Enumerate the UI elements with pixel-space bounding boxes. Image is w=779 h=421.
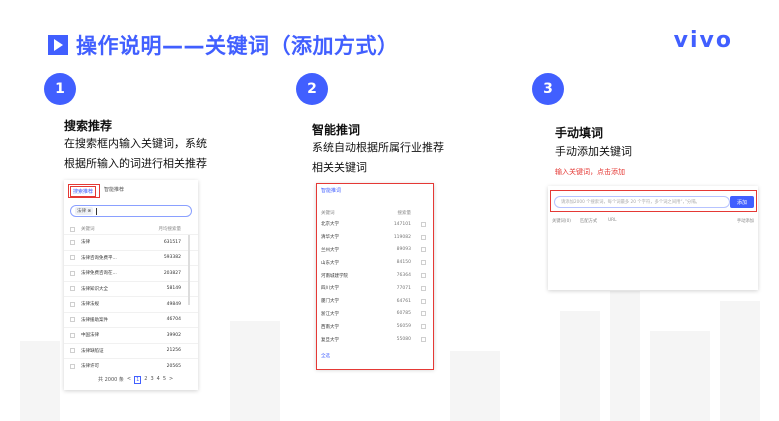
table-row[interactable]: 法律法规 49849 — [64, 296, 198, 312]
step-1-badge: 1 — [44, 73, 76, 105]
header-url: URL — [608, 218, 617, 223]
row-checkbox[interactable] — [70, 270, 75, 276]
row-keyword: 法律 — [81, 240, 90, 246]
row-search-volume: 20565 — [166, 363, 181, 369]
highlight-search-tab — [68, 184, 100, 198]
highlight-input-row — [550, 190, 757, 212]
step-1-title: 搜索推荐 — [64, 119, 113, 133]
row-search-volume: 58149 — [166, 286, 181, 292]
page-title: 操作说明——关键词（添加方式） — [76, 34, 399, 58]
row-keyword: 法律法规 — [81, 302, 99, 308]
keyword-chip[interactable]: 法律 ⊗ — [75, 207, 94, 215]
play-icon — [48, 35, 68, 55]
table-row[interactable]: 法律知识大全 58149 — [64, 280, 198, 297]
row-checkbox[interactable] — [70, 332, 75, 338]
row-checkbox[interactable] — [70, 301, 75, 307]
pager-page-3[interactable]: 3 — [150, 376, 153, 384]
step-2-desc-line2: 相关关键词 — [312, 161, 367, 174]
pager-page-2[interactable]: 2 — [144, 376, 147, 384]
title-row: 操作说明——关键词（添加方式） — [48, 30, 399, 60]
highlight-smart-panel — [316, 183, 434, 370]
row-keyword: 中国法律 — [81, 333, 99, 339]
text-cursor — [96, 207, 98, 215]
table-header: 关键词 月均搜索量 — [64, 224, 198, 234]
row-search-volume: 21256 — [166, 348, 181, 354]
search-recommend-panel: 搜索推荐 智能推荐 法律 ⊗ 关键词 月均搜索量 法律 631517 法律咨询免费平… — [64, 180, 198, 390]
keyword-search-input[interactable]: 法律 ⊗ — [70, 205, 192, 217]
step-3-desc: 手动添加关键词 — [555, 145, 632, 158]
pager-page-1[interactable]: 1 — [134, 376, 142, 384]
scrollbar[interactable] — [188, 235, 190, 305]
pager-page-5[interactable]: 5 — [163, 376, 166, 384]
row-checkbox[interactable] — [70, 239, 75, 245]
step-2-title: 智能推词 — [312, 123, 361, 137]
row-keyword: 法律免费咨询在... — [81, 271, 117, 277]
header-keyword-count: 关键词(0) — [552, 219, 571, 224]
pagination: 共 2000 条 < 1 2 3 4 5 > — [98, 376, 173, 384]
row-keyword: 法律知识大全 — [81, 286, 108, 292]
select-all-checkbox[interactable] — [70, 226, 75, 232]
row-search-volume: 203827 — [163, 270, 181, 276]
row-search-volume: 39902 — [166, 332, 181, 338]
pager-prev[interactable]: < — [127, 376, 131, 384]
table-row[interactable]: 法律免费咨询在... 203827 — [64, 265, 198, 281]
header-monthly-search: 月均搜索量 — [158, 227, 182, 232]
header-manual-add: 手动添加 — [736, 219, 754, 224]
row-keyword: 法律许可 — [81, 364, 99, 370]
step-3-badge: 3 — [532, 73, 564, 105]
step-2-desc-line1: 系统自动根据所属行业推荐 — [312, 141, 444, 154]
header-match-type: 匹配方式 — [580, 219, 598, 224]
table-row[interactable]: 法律缺陷证 21256 — [64, 342, 198, 359]
row-keyword: 法律援助案件 — [81, 317, 108, 323]
row-keyword: 法律缺陷证 — [81, 348, 104, 354]
slide: 操作说明——关键词（添加方式） vivo 1 搜索推荐 在搜索框内输入关键词，系… — [0, 0, 779, 421]
row-checkbox[interactable] — [70, 286, 75, 292]
pager-total: 共 2000 条 — [98, 377, 124, 383]
table-row[interactable]: 法律许可 20565 — [64, 358, 198, 374]
vivo-logo: vivo — [673, 28, 733, 53]
row-checkbox[interactable] — [70, 363, 75, 369]
keyword-table-header: 关键词(0) 匹配方式 URL 手动添加 — [552, 218, 754, 224]
row-checkbox[interactable] — [70, 348, 75, 354]
row-search-volume: 593382 — [163, 255, 181, 261]
table-row[interactable]: 法律咨询免费平... 593382 — [64, 249, 198, 266]
tab-smart-recommend[interactable]: 智能推荐 — [104, 186, 124, 197]
table-row[interactable]: 中国法律 39902 — [64, 327, 198, 343]
row-checkbox[interactable] — [70, 317, 75, 323]
row-search-volume: 631517 — [163, 239, 181, 245]
pager-page-4[interactable]: 4 — [157, 376, 160, 384]
row-checkbox[interactable] — [70, 255, 75, 261]
row-keyword: 法律咨询免费平... — [81, 255, 117, 261]
header-keyword: 关键词 — [81, 227, 95, 232]
step-1-desc-line2: 根据所输入的词进行相关推荐 — [64, 157, 207, 170]
table-row[interactable]: 法律 631517 — [64, 234, 198, 250]
step-3-note: 输入关键词，点击添加 — [555, 168, 625, 176]
row-search-volume: 49849 — [166, 301, 181, 307]
step-1-desc-line1: 在搜索框内输入关键词，系统 — [64, 137, 207, 150]
step-2-badge: 2 — [296, 73, 328, 105]
row-search-volume: 46704 — [166, 317, 181, 323]
pager-next[interactable]: > — [169, 376, 173, 384]
table-row[interactable]: 法律援助案件 46704 — [64, 311, 198, 328]
step-3-title: 手动填词 — [555, 126, 604, 140]
